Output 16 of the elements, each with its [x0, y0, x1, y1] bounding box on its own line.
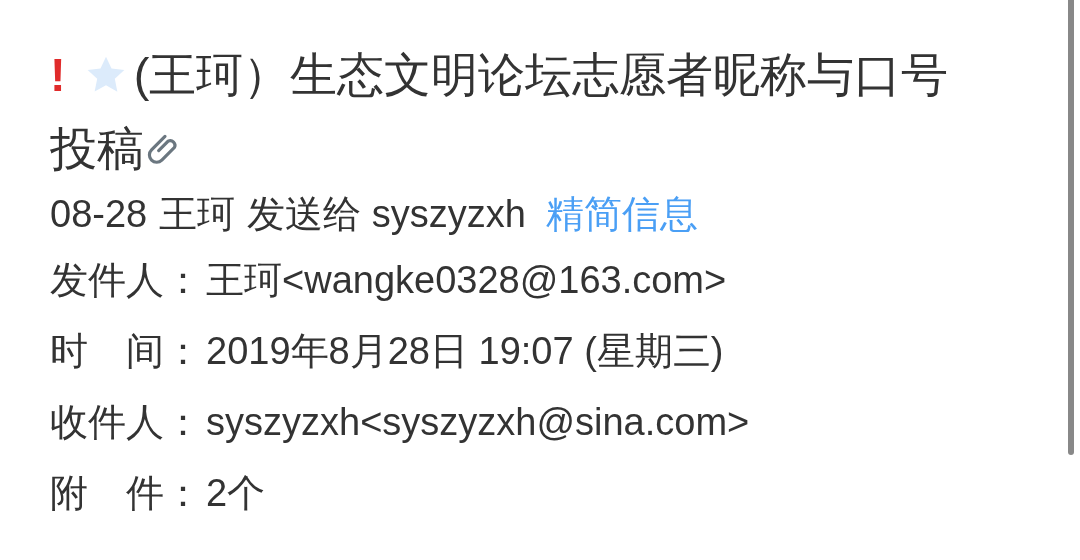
recipient-text: 发送给 syszyzxh: [247, 192, 526, 237]
important-label: !: [50, 47, 66, 103]
email-date: 08-28: [50, 192, 148, 237]
field-value: syszyzxh<syszyzxh@sina.com>: [206, 400, 750, 445]
field-label: 收件人：: [50, 400, 203, 445]
scrollbar[interactable]: [1068, 0, 1074, 455]
field-value: 2019年8月28日 19:07 (星期三): [206, 329, 724, 374]
field-value: 王珂<wangke0328@163.com>: [206, 258, 727, 303]
field-value: 2个: [206, 471, 266, 516]
brief-info-link[interactable]: 精简信息: [545, 186, 698, 243]
field-label: 时 间：: [50, 329, 203, 374]
field-label: 附 件：: [50, 471, 203, 516]
sender-name: 王珂: [159, 192, 236, 237]
email-subject: 投稿: [50, 121, 144, 177]
field-label: 发件人：: [50, 258, 203, 303]
email-subject: (王珂）生态文明论坛志愿者昵称与口号: [133, 47, 949, 103]
